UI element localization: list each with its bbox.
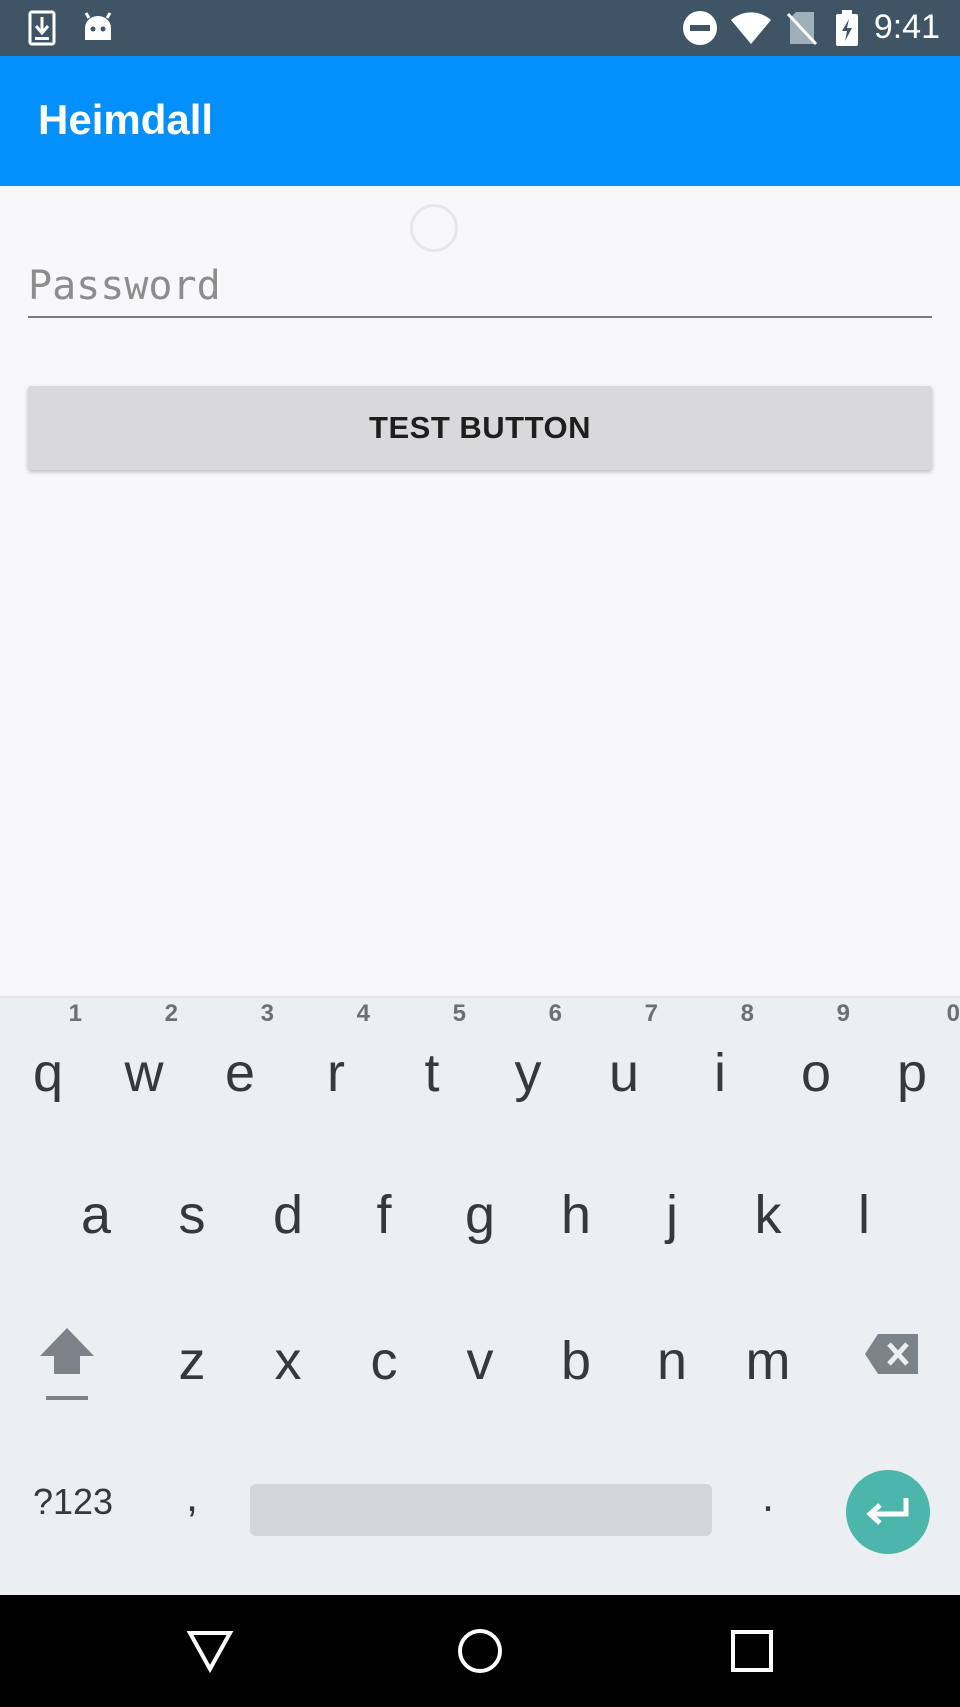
navigation-bar (0, 1595, 960, 1707)
key-label: o (800, 1043, 832, 1103)
backspace-key[interactable] (850, 1290, 940, 1410)
key-c[interactable]: c (340, 1290, 428, 1410)
key-u[interactable]: 7u (580, 998, 668, 1118)
key-label: k (754, 1185, 782, 1245)
key-hint: 1 (68, 1000, 82, 1027)
key-label: . (761, 1472, 775, 1521)
app-bar: Heimdall (0, 56, 960, 186)
key-label: z (178, 1331, 206, 1391)
key-label: n (656, 1331, 688, 1391)
key-h[interactable]: h (532, 1144, 620, 1264)
back-icon[interactable] (186, 1627, 234, 1675)
battery-charging-icon (836, 10, 858, 46)
key-label: a (80, 1185, 112, 1245)
no-sim-icon (786, 12, 818, 46)
key-label: v (466, 1331, 494, 1391)
do-not-disturb-icon (683, 11, 717, 45)
key-label: f (376, 1185, 392, 1245)
key-p[interactable]: 0p (868, 998, 960, 1118)
key-t[interactable]: 5t (388, 998, 476, 1118)
key-hint: 9 (836, 1000, 850, 1027)
key-label: q (32, 1043, 64, 1103)
enter-key[interactable] (846, 1470, 930, 1554)
key-y[interactable]: 6y (484, 998, 572, 1118)
shift-key[interactable] (22, 1290, 114, 1410)
key-j[interactable]: j (628, 1144, 716, 1264)
key-hint: 3 (260, 1000, 274, 1027)
recents-icon[interactable] (728, 1627, 776, 1675)
key-n[interactable]: n (628, 1290, 716, 1410)
app-title: Heimdall (38, 96, 214, 143)
test-button[interactable]: TEST BUTTON (28, 386, 932, 470)
key-hint: 8 (740, 1000, 754, 1027)
key-label: y (514, 1043, 542, 1103)
key-label: u (608, 1043, 640, 1103)
key-label: i (714, 1043, 726, 1103)
password-field[interactable] (28, 256, 932, 318)
key-label: e (224, 1043, 256, 1103)
key-g[interactable]: g (436, 1144, 524, 1264)
status-bar: 9:41 (0, 0, 960, 56)
key-label: m (745, 1331, 791, 1391)
key-o[interactable]: 9o (772, 998, 860, 1118)
key-z[interactable]: z (148, 1290, 236, 1410)
loading-spinner (410, 204, 458, 252)
android-icon (84, 12, 112, 40)
key-v[interactable]: v (436, 1290, 524, 1410)
key-hint: 5 (452, 1000, 466, 1027)
key-label: x (274, 1331, 302, 1391)
key-hint: 4 (356, 1000, 370, 1027)
symbols-key[interactable]: ?123 (18, 1462, 128, 1542)
comma-key[interactable]: , (148, 1428, 236, 1548)
download-icon (28, 10, 56, 46)
space-key[interactable] (250, 1484, 712, 1536)
key-hint: 7 (644, 1000, 658, 1027)
key-l[interactable]: l (820, 1144, 908, 1264)
main-content: TEST BUTTON (0, 186, 960, 996)
enter-icon (866, 1498, 909, 1525)
key-hint: 2 (164, 1000, 178, 1027)
key-label: w (124, 1043, 164, 1103)
key-label: l (858, 1185, 870, 1245)
key-e[interactable]: 3e (196, 998, 284, 1118)
key-hint: 6 (548, 1000, 562, 1027)
clock: 9:41 (873, 8, 940, 46)
key-label: r (327, 1043, 345, 1103)
key-label: p (896, 1043, 928, 1103)
key-k[interactable]: k (724, 1144, 812, 1264)
soft-keyboard: 1q 2w 3e 4r 5t 6y 7u 8i 9o 0p a s d f g … (0, 996, 960, 1595)
key-x[interactable]: x (244, 1290, 332, 1410)
key-label: j (666, 1185, 678, 1245)
key-label: s (178, 1185, 206, 1245)
home-icon[interactable] (456, 1627, 504, 1675)
key-d[interactable]: d (244, 1144, 332, 1264)
key-label: c (370, 1331, 398, 1391)
key-w[interactable]: 2w (100, 998, 188, 1118)
key-f[interactable]: f (340, 1144, 428, 1264)
key-label: , (185, 1472, 199, 1521)
key-hint: 0 (946, 1000, 960, 1027)
key-label: d (272, 1185, 304, 1245)
key-q[interactable]: 1q (4, 998, 92, 1118)
key-a[interactable]: a (52, 1144, 140, 1264)
key-label: h (560, 1185, 592, 1245)
key-label: b (560, 1331, 592, 1391)
key-s[interactable]: s (148, 1144, 236, 1264)
wifi-icon (731, 12, 771, 44)
shift-icon (40, 1328, 94, 1400)
key-m[interactable]: m (724, 1290, 812, 1410)
period-key[interactable]: . (724, 1428, 812, 1548)
key-b[interactable]: b (532, 1290, 620, 1410)
key-r[interactable]: 4r (292, 998, 380, 1118)
backspace-icon (865, 1334, 918, 1374)
key-i[interactable]: 8i (676, 998, 764, 1118)
key-label: t (424, 1043, 440, 1103)
key-label: g (464, 1185, 496, 1245)
